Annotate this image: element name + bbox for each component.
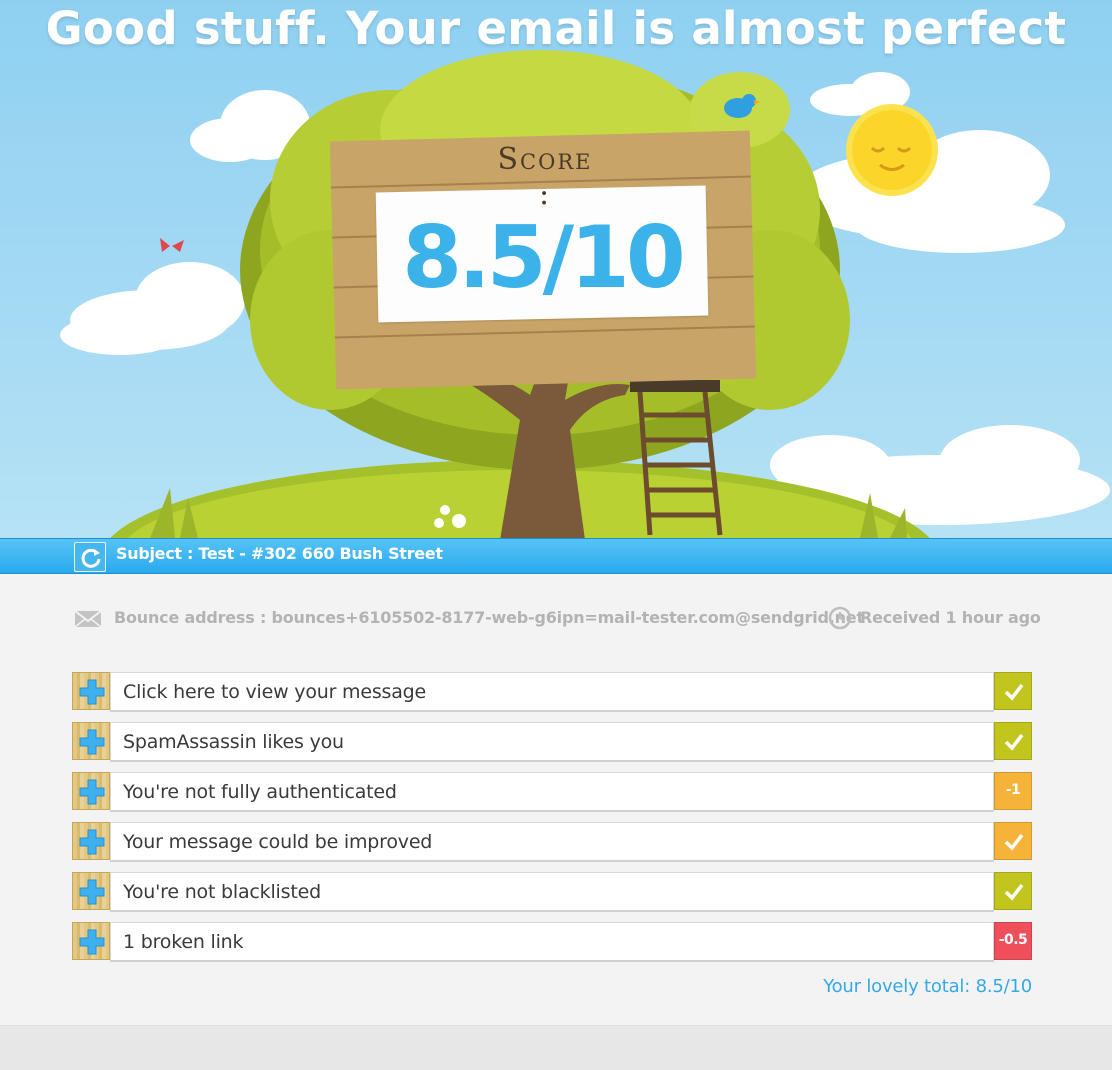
envelope-icon bbox=[74, 610, 102, 628]
ladder bbox=[637, 391, 723, 536]
hero-banner: Good stuff. Your email is almost perfect… bbox=[0, 0, 1112, 538]
result-label-box[interactable]: You're not fully authenticated bbox=[110, 772, 994, 812]
result-row-broken-link[interactable]: 1 broken link -0.5 bbox=[72, 922, 1032, 962]
result-label-box[interactable]: You're not blacklisted bbox=[110, 872, 994, 912]
plus-icon bbox=[79, 679, 105, 705]
subject-text: Subject : Test - #302 660 Bush Street bbox=[116, 544, 443, 563]
expand-button[interactable] bbox=[72, 722, 110, 760]
result-label: 1 broken link bbox=[123, 931, 244, 953]
plus-icon bbox=[79, 879, 105, 905]
plus-icon bbox=[79, 829, 105, 855]
refresh-button[interactable] bbox=[74, 542, 106, 572]
sun-icon bbox=[846, 104, 938, 196]
expand-button[interactable] bbox=[72, 822, 110, 860]
butterfly-icon bbox=[160, 238, 184, 252]
expand-button[interactable] bbox=[72, 772, 110, 810]
status-score: -1 bbox=[1005, 782, 1021, 798]
result-row-view-message[interactable]: Click here to view your message bbox=[72, 672, 1032, 712]
status-badge: -1 bbox=[994, 772, 1032, 810]
plus-icon bbox=[79, 779, 105, 805]
received-time: Received 1 hour ago bbox=[860, 608, 1041, 627]
result-label-box[interactable]: 1 broken link bbox=[110, 922, 994, 962]
info-row: Bounce address : bounces+6105502-8177-we… bbox=[74, 606, 1041, 632]
result-label: SpamAssassin likes you bbox=[123, 731, 344, 753]
score-value: 8.5/10 bbox=[402, 208, 685, 308]
expand-button[interactable] bbox=[72, 872, 110, 910]
result-label: You're not blacklisted bbox=[123, 881, 321, 903]
score-caption: Score : bbox=[497, 142, 593, 212]
result-label-box[interactable]: SpamAssassin likes you bbox=[110, 722, 994, 762]
result-row-spamassassin[interactable]: SpamAssassin likes you bbox=[72, 722, 1032, 762]
result-label-box[interactable]: Click here to view your message bbox=[110, 672, 994, 712]
clock-icon bbox=[828, 606, 852, 630]
check-icon bbox=[1004, 833, 1024, 851]
status-badge: -0.5 bbox=[994, 922, 1032, 960]
status-badge bbox=[994, 822, 1032, 860]
result-row-authentication[interactable]: You're not fully authenticated -1 bbox=[72, 772, 1032, 812]
check-icon bbox=[1004, 683, 1024, 701]
bounce-address: Bounce address : bounces+6105502-8177-we… bbox=[114, 608, 864, 627]
result-label: Your message could be improved bbox=[123, 831, 433, 853]
expand-button[interactable] bbox=[72, 672, 110, 710]
result-label-box[interactable]: Your message could be improved bbox=[110, 822, 994, 862]
result-row-blacklist[interactable]: You're not blacklisted bbox=[72, 872, 1032, 912]
result-row-message-improved[interactable]: Your message could be improved bbox=[72, 822, 1032, 862]
status-badge bbox=[994, 672, 1032, 710]
check-icon bbox=[1004, 733, 1024, 751]
status-score: -0.5 bbox=[998, 932, 1028, 948]
check-icon bbox=[1004, 883, 1024, 901]
status-badge bbox=[994, 722, 1032, 760]
result-label: Click here to view your message bbox=[123, 681, 427, 703]
expand-button[interactable] bbox=[72, 922, 110, 960]
result-label: You're not fully authenticated bbox=[123, 781, 397, 803]
refresh-icon bbox=[81, 548, 101, 568]
footer bbox=[0, 1025, 1112, 1070]
page-title: Good stuff. Your email is almost perfect bbox=[45, 2, 1067, 55]
plus-icon bbox=[79, 929, 105, 955]
status-badge bbox=[994, 872, 1032, 910]
plus-icon bbox=[79, 729, 105, 755]
subject-bar: Subject : Test - #302 660 Bush Street bbox=[0, 538, 1112, 574]
total-score: Your lovely total: 8.5/10 bbox=[823, 976, 1032, 997]
